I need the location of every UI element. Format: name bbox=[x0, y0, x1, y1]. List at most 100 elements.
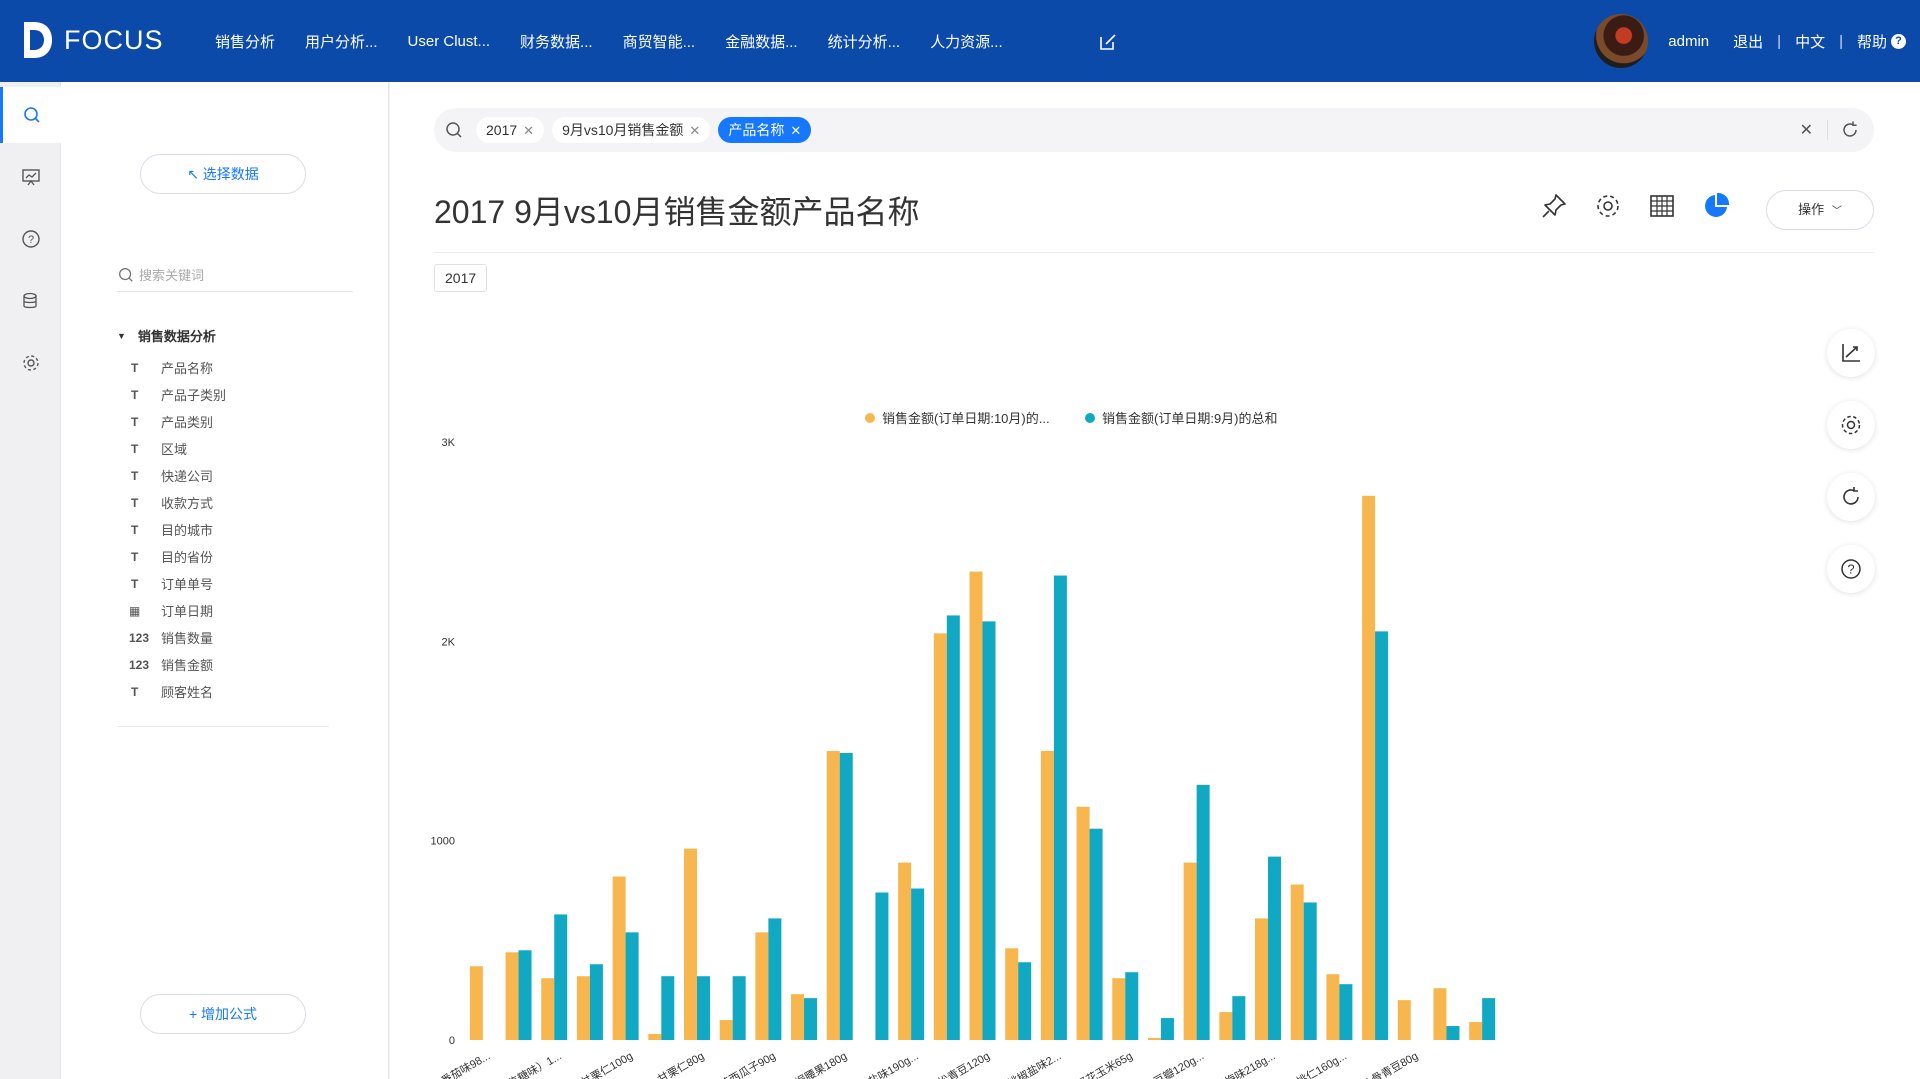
bar bbox=[898, 862, 912, 1040]
rail-settings[interactable] bbox=[0, 335, 61, 391]
query-chip-selected[interactable]: 产品名称 ✕ bbox=[718, 117, 812, 143]
field-item[interactable]: T 产品名称 bbox=[129, 354, 226, 381]
pin-icon bbox=[1542, 194, 1566, 218]
field-item[interactable]: T 区域 bbox=[129, 435, 226, 462]
bar bbox=[755, 932, 769, 1040]
bar bbox=[1232, 996, 1246, 1040]
close-icon[interactable]: ✕ bbox=[523, 123, 534, 138]
calendar-icon: ▦ bbox=[129, 603, 141, 618]
select-data-button[interactable]: ↖ 选择数据 bbox=[140, 154, 306, 194]
bar bbox=[1255, 918, 1269, 1040]
field-item[interactable]: ▦ 订单日期 bbox=[129, 597, 226, 624]
field-item[interactable]: 123 销售金额 bbox=[129, 651, 226, 678]
bar bbox=[696, 976, 710, 1040]
bar bbox=[969, 571, 983, 1040]
bar bbox=[1160, 1018, 1174, 1040]
refresh-icon[interactable] bbox=[1840, 120, 1860, 140]
data-panel: ↖ 选择数据 搜索关键词 ▼ 销售数据分析 T 产品名称 T 产品子类别 T 产品类别 T 区… bbox=[61, 82, 389, 1079]
reload-button[interactable] bbox=[1827, 473, 1875, 521]
rail-search[interactable] bbox=[0, 87, 61, 143]
axis-icon bbox=[1842, 344, 1860, 362]
field-item[interactable]: T 目的城市 bbox=[129, 516, 226, 543]
x-tick-label: 鱼骨青豆80g bbox=[1359, 1048, 1420, 1079]
legend-label: 销售金额(订单日期:10月)的... bbox=[882, 411, 1050, 426]
nav-item-hr[interactable]: 人力资源... bbox=[930, 31, 1003, 52]
x-tick-label: 盐焗腰果180g bbox=[783, 1048, 849, 1079]
chart-help-button[interactable]: ? bbox=[1827, 545, 1875, 593]
tree-group-header[interactable]: ▼ 销售数据分析 bbox=[117, 326, 216, 345]
focus-logo[interactable]: FOCUS bbox=[20, 18, 164, 62]
top-navigation-bar: FOCUS 销售分析 用户分析... User Clust... 财务数据...… bbox=[0, 0, 1920, 82]
nav-item-commerce-intel[interactable]: 商贸智能... bbox=[623, 31, 696, 52]
nav-item-finance-data[interactable]: 财务数据... bbox=[520, 31, 593, 52]
chip-label: 9月vs10月销售金额 bbox=[562, 122, 684, 138]
bar bbox=[1303, 902, 1317, 1040]
query-chip[interactable]: 9月vs10月销售金额 ✕ bbox=[552, 117, 711, 143]
bar bbox=[589, 964, 603, 1040]
x-tick-label: 烘烤薯片番茄味98... bbox=[420, 1048, 492, 1079]
bar bbox=[791, 994, 805, 1040]
chart-type-button[interactable] bbox=[1700, 190, 1732, 222]
keyword-search[interactable]: 搜索关键词 bbox=[117, 258, 353, 292]
text-field-icon: T bbox=[131, 468, 139, 483]
field-item[interactable]: T 快递公司 bbox=[129, 462, 226, 489]
numeric-field-icon: 123 bbox=[129, 630, 150, 645]
nav-item-financial-data[interactable]: 金融数据... bbox=[725, 31, 798, 52]
rail-dashboard[interactable] bbox=[0, 149, 61, 205]
field-item[interactable]: T 产品子类别 bbox=[129, 381, 226, 408]
bar bbox=[946, 615, 960, 1040]
help-link[interactable]: 帮助 bbox=[1857, 31, 1887, 52]
rail-database[interactable] bbox=[0, 273, 61, 329]
field-item[interactable]: T 产品类别 bbox=[129, 408, 226, 435]
field-item[interactable]: T 顾客姓名 bbox=[129, 678, 226, 705]
nav-item-user-cluster[interactable]: User Clust... bbox=[408, 33, 491, 50]
clear-icon[interactable]: ✕ bbox=[1800, 120, 1813, 140]
close-icon[interactable]: ✕ bbox=[689, 123, 700, 138]
pin-button[interactable] bbox=[1538, 190, 1570, 222]
operations-dropdown[interactable]: 操作 ﹀ bbox=[1766, 190, 1874, 230]
chart-settings-button[interactable] bbox=[1827, 401, 1875, 449]
language-switch[interactable]: 中文 bbox=[1795, 31, 1825, 52]
y-tick-label: 3K bbox=[442, 437, 456, 449]
text-field-icon: T bbox=[131, 549, 139, 564]
bar bbox=[826, 750, 840, 1040]
help-icon[interactable]: ? bbox=[1891, 33, 1906, 49]
text-field-icon: T bbox=[131, 441, 139, 456]
field-label: 目的城市 bbox=[161, 523, 214, 538]
gear-icon bbox=[1841, 415, 1861, 435]
field-label: 产品类别 bbox=[161, 415, 214, 430]
bar bbox=[719, 1020, 733, 1040]
pie-chart-icon bbox=[1705, 192, 1730, 217]
chevron-down-icon: ﹀ bbox=[1831, 206, 1842, 217]
svg-text:?: ? bbox=[27, 234, 33, 246]
field-item[interactable]: 123 销售数量 bbox=[129, 624, 226, 651]
bar bbox=[839, 752, 853, 1040]
avatar[interactable] bbox=[1594, 14, 1649, 68]
add-formula-button[interactable]: + 增加公式 bbox=[140, 994, 306, 1034]
rail-help[interactable]: ? bbox=[0, 211, 61, 267]
gear-icon bbox=[22, 355, 39, 371]
settings-button[interactable] bbox=[1592, 190, 1624, 222]
field-item[interactable]: T 目的省份 bbox=[129, 543, 226, 570]
table-view-button[interactable] bbox=[1646, 190, 1678, 222]
legend-marker bbox=[865, 413, 875, 423]
field-item[interactable]: T 收款方式 bbox=[129, 489, 226, 516]
edit-icon[interactable] bbox=[1098, 32, 1118, 52]
bar bbox=[1183, 862, 1197, 1040]
logout-link[interactable]: 退出 bbox=[1733, 31, 1763, 52]
question-icon: ? bbox=[1841, 559, 1861, 579]
nav-item-statistics[interactable]: 统计分析... bbox=[828, 31, 901, 52]
close-icon[interactable]: ✕ bbox=[790, 123, 801, 138]
nav-item-user-analysis[interactable]: 用户分析... bbox=[305, 31, 378, 52]
field-item[interactable]: T 订单单号 bbox=[129, 570, 226, 597]
query-chip[interactable]: 2017 ✕ bbox=[476, 117, 545, 143]
nav-item-sales-analysis[interactable]: 销售分析 bbox=[215, 31, 275, 52]
gear-icon bbox=[1597, 195, 1619, 217]
axis-button[interactable] bbox=[1827, 329, 1875, 377]
username[interactable]: admin bbox=[1668, 33, 1709, 50]
tree-group-label: 销售数据分析 bbox=[137, 329, 216, 344]
bar bbox=[911, 888, 925, 1040]
field-tree: T 产品名称 T 产品子类别 T 产品类别 T 区域 T 快递公司 T 收款方式 T 目的城市 T 目的省份 T… bbox=[129, 354, 226, 705]
query-search-bar[interactable]: 2017 ✕ 9月vs10月销售金额 ✕ 产品名称 ✕ ✕ bbox=[434, 108, 1874, 152]
field-label: 快递公司 bbox=[161, 469, 214, 484]
